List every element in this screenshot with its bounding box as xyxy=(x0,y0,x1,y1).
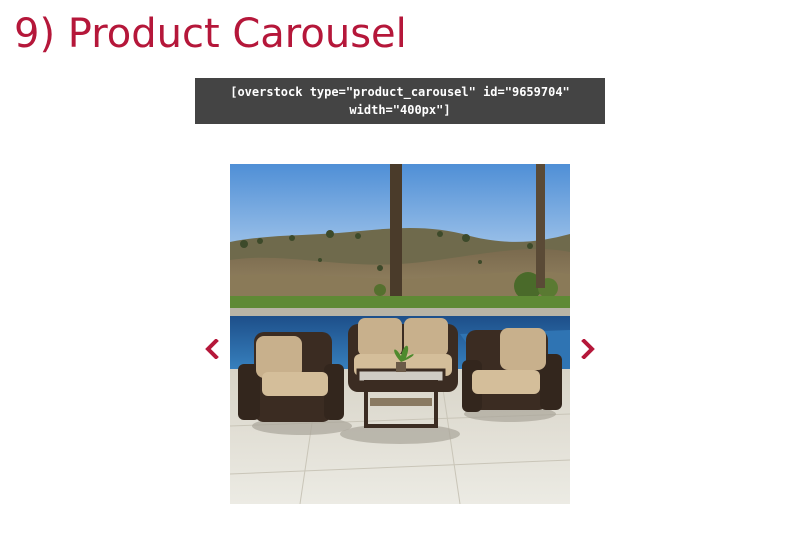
chevron-left-icon xyxy=(205,339,219,359)
product-carousel xyxy=(200,164,600,504)
chevron-right-icon xyxy=(581,339,595,359)
product-image[interactable] xyxy=(230,164,570,504)
carousel-prev-button[interactable] xyxy=(201,336,223,362)
page-title: 9) Product Carousel xyxy=(14,11,407,57)
carousel-next-button[interactable] xyxy=(577,336,599,362)
shortcode-block: [overstock type="product_carousel" id="9… xyxy=(195,78,605,124)
